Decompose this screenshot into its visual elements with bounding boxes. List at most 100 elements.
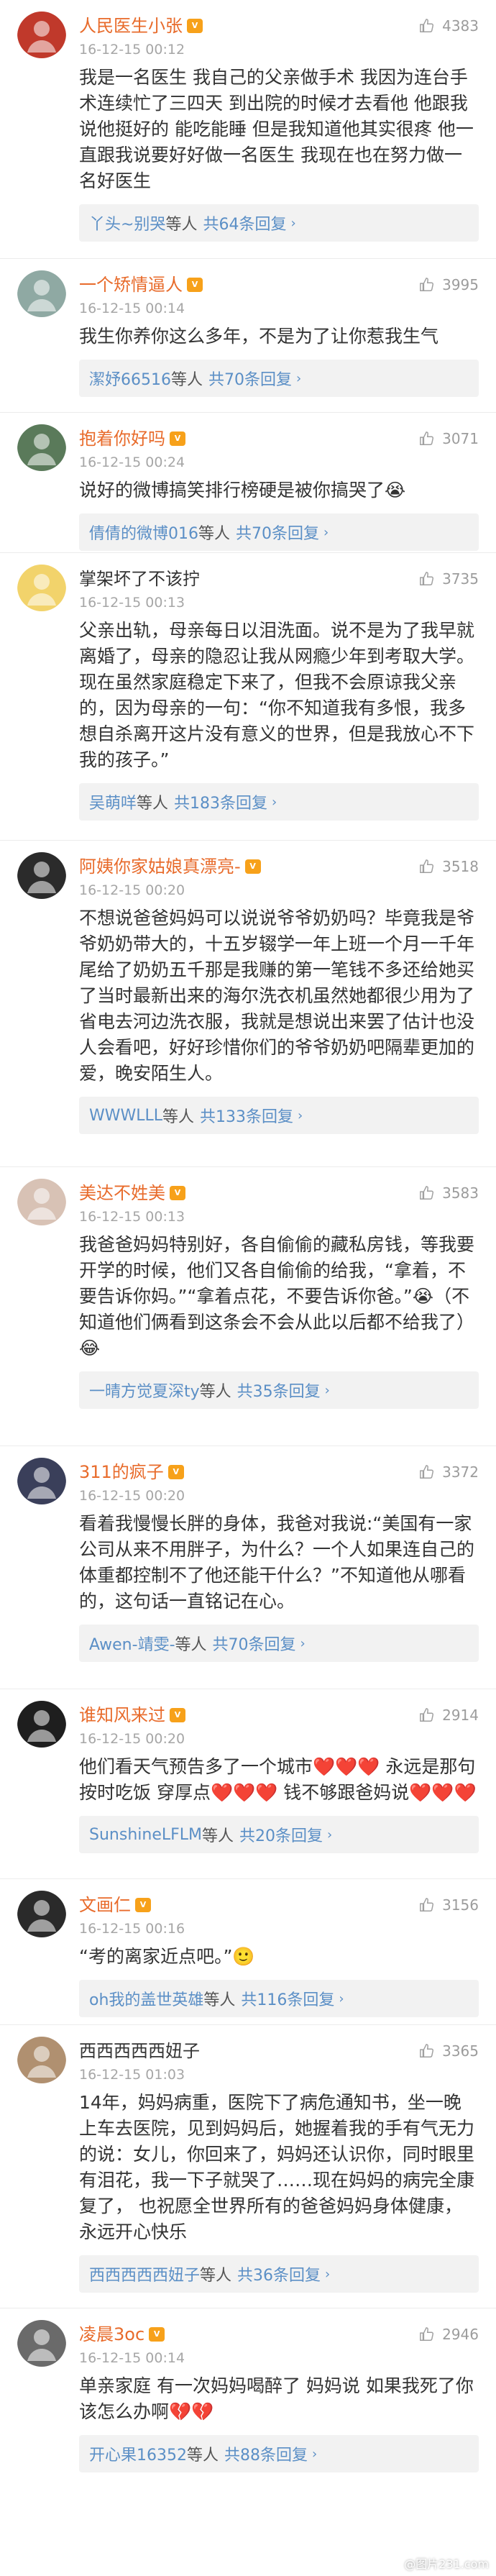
like-button[interactable]: 4383 xyxy=(419,17,479,35)
reply-summary[interactable]: 潔妤66516 等人 共70条回复 › xyxy=(79,360,479,397)
username-text[interactable]: 美达不姓美 xyxy=(79,1182,165,1205)
reply-count[interactable]: 共116条回复 xyxy=(241,1987,334,2010)
reply-summary[interactable]: oh我的盖世英雄 等人 共116条回复 › xyxy=(79,1980,479,2017)
comment-item: 凌晨3oc V 16-12-15 00:14 2946 单亲家庭 有一次妈妈喝醉了 妈妈… xyxy=(0,2308,496,2526)
username-text[interactable]: 一个矫情逼人 xyxy=(79,273,183,296)
like-count: 2914 xyxy=(442,1707,479,1724)
reply-username[interactable]: 丫头~别哭 xyxy=(89,211,165,234)
watermark: @图片231.com xyxy=(404,2557,489,2571)
reply-username[interactable]: Awen-靖雯- xyxy=(89,1632,175,1655)
thumbs-up-icon xyxy=(420,1465,434,1479)
avatar[interactable] xyxy=(17,270,66,319)
comment-item: 文画仁 V 16-12-15 00:16 3156 “考的离家近点吧。”🙂 oh我的盖世英… xyxy=(0,1879,496,2025)
chevron-right-icon: › xyxy=(323,524,329,540)
comment-item: 谁知风来过 V 16-12-15 00:20 2914 他们看天气预告多了一个城市❤️❤… xyxy=(0,1689,496,1879)
avatar[interactable] xyxy=(17,2037,66,2086)
comment-text: 单亲家庭 有一次妈妈喝醉了 妈妈说 如果我死了你该怎么办啊💔💔 xyxy=(79,2375,474,2422)
reply-summary[interactable]: 倩倩的微博016 等人 共70条回复 › xyxy=(79,513,479,551)
like-button[interactable]: 3995 xyxy=(419,276,479,293)
reply-count[interactable]: 共70条回复 xyxy=(213,1632,296,1655)
reply-summary[interactable]: 开心果16352 等人 共88条回复 › xyxy=(79,2435,479,2472)
chevron-right-icon: › xyxy=(300,1635,306,1651)
reply-username[interactable]: 潔妤66516 xyxy=(89,367,171,390)
like-button[interactable]: 3372 xyxy=(419,1463,479,1481)
person-avatar-icon xyxy=(17,424,66,473)
username-text[interactable]: 抱着你好吗 xyxy=(79,427,165,450)
comment-item: 一个矫情逼人 V 16-12-15 00:14 3995 我生你养你这么多年，不是为了让… xyxy=(0,259,496,413)
username-text[interactable]: 阿姨你家姑娘真漂亮- xyxy=(79,855,241,878)
reply-count[interactable]: 共36条回复 xyxy=(237,2262,321,2285)
reply-count[interactable]: 共64条回复 xyxy=(203,211,286,234)
reply-count[interactable]: 共20条回复 xyxy=(239,1823,323,1846)
reply-count[interactable]: 共183条回复 xyxy=(174,790,267,813)
avatar[interactable] xyxy=(17,12,66,60)
reply-username[interactable]: 倩倩的微博016 xyxy=(89,521,198,544)
username-text[interactable]: 311的疯子 xyxy=(79,1461,164,1484)
avatar[interactable] xyxy=(17,852,66,901)
person-avatar-icon xyxy=(17,270,66,319)
reply-count[interactable]: 共70条回复 xyxy=(236,521,319,544)
reply-username[interactable]: 西西西西西妞子 xyxy=(89,2262,200,2285)
reply-count[interactable]: 共133条回复 xyxy=(200,1104,293,1127)
reply-username[interactable]: oh我的盖世英雄 xyxy=(89,1987,203,2010)
vip-badge-icon: V xyxy=(244,859,261,874)
like-button[interactable]: 3735 xyxy=(419,570,479,588)
avatar[interactable] xyxy=(17,565,66,613)
comment-text: 他们看天气预告多了一个城市❤️❤️❤️ 永远是那句按时吃饭 穿厚点❤️❤️❤️ … xyxy=(79,1756,477,1803)
comment-time: 16-12-15 00:14 xyxy=(79,301,185,316)
reply-connector: 等人 xyxy=(203,1991,236,2009)
comment-header: 一个矫情逼人 V 16-12-15 00:14 xyxy=(17,270,479,324)
person-avatar-icon xyxy=(17,2037,66,2086)
reply-summary[interactable]: SunshineLFLM 等人 共20条回复 › xyxy=(79,1816,479,1853)
like-button[interactable]: 3518 xyxy=(419,858,479,875)
like-button[interactable]: 3156 xyxy=(419,1896,479,1914)
thumbs-up-icon xyxy=(420,278,434,291)
like-button[interactable]: 3365 xyxy=(419,2042,479,2060)
reply-connector: 等人 xyxy=(165,216,198,234)
reply-summary[interactable]: 一晴方觉夏深ty 等人 共35条回复 › xyxy=(79,1371,479,1409)
username-text[interactable]: 西西西西西妞子 xyxy=(79,2040,200,2063)
username-text[interactable]: 谁知风来过 xyxy=(79,1704,165,1727)
reply-summary[interactable]: 吴萌咩 等人 共183条回复 › xyxy=(79,783,479,821)
reply-username[interactable]: WWWLLL xyxy=(89,1107,162,1125)
username-text[interactable]: 掌架坏了不该拧 xyxy=(79,567,200,590)
like-button[interactable]: 2914 xyxy=(419,1707,479,1724)
comment-header: 人民医生小张 V 16-12-15 00:12 xyxy=(17,12,479,65)
avatar[interactable] xyxy=(17,1891,66,1940)
reply-username[interactable]: SunshineLFLM xyxy=(89,1826,202,1844)
doctor-avatar-icon xyxy=(17,12,66,60)
avatar[interactable] xyxy=(17,1179,66,1228)
reply-username[interactable]: 吴萌咩 xyxy=(89,790,137,813)
reply-connector: 等人 xyxy=(200,2267,232,2285)
like-count: 3995 xyxy=(442,276,479,293)
avatar[interactable] xyxy=(17,1701,66,1750)
reply-username[interactable]: 一晴方觉夏深ty xyxy=(89,1379,200,1402)
comment-time: 16-12-15 00:20 xyxy=(79,1488,185,1504)
reply-count[interactable]: 共88条回复 xyxy=(224,2442,308,2465)
comment-item: 311的疯子 V 16-12-15 00:20 3372 看着我慢慢长胖的身体，我爸对我… xyxy=(0,1446,496,1689)
reply-summary[interactable]: 西西西西西妞子 等人 共36条回复 › xyxy=(79,2255,479,2293)
reply-summary[interactable]: Awen-靖雯- 等人 共70条回复 › xyxy=(79,1625,479,1662)
reply-username[interactable]: 开心果16352 xyxy=(89,2442,187,2465)
username-text[interactable]: 凌晨3oc xyxy=(79,2323,144,2346)
comment-text: 14年，妈妈病重，医院下了病危通知书，坐一晚上车去医院，见到妈妈后，她握着我的手… xyxy=(79,2092,475,2242)
like-button[interactable]: 3583 xyxy=(419,1184,479,1202)
comment-time: 16-12-15 01:03 xyxy=(79,2067,185,2083)
comment-header: 谁知风来过 V 16-12-15 00:20 xyxy=(17,1701,479,1754)
username-text[interactable]: 人民医生小张 xyxy=(79,14,183,37)
reply-count[interactable]: 共70条回复 xyxy=(208,367,292,390)
like-button[interactable]: 3071 xyxy=(419,430,479,447)
reply-summary[interactable]: 丫头~别哭 等人 共64条回复 › xyxy=(79,204,479,242)
username-text[interactable]: 文画仁 xyxy=(79,1894,131,1917)
avatar[interactable] xyxy=(17,424,66,473)
avatar[interactable] xyxy=(17,2320,66,2369)
avatar[interactable] xyxy=(17,1458,66,1507)
comment-item: 抱着你好吗 V 16-12-15 00:24 3071 说好的微博搞笑排行榜硬是被你搞哭… xyxy=(0,413,496,553)
comment-text: 我爸爸妈妈特别好，各自偷偷的藏私房钱，等我要开学的时候，他们又各自偷偷的给我，“… xyxy=(79,1234,475,1358)
like-button[interactable]: 2946 xyxy=(419,2326,479,2343)
panda-avatar-icon xyxy=(17,852,66,901)
reply-count[interactable]: 共35条回复 xyxy=(237,1379,321,1402)
reply-summary[interactable]: WWWLLL 等人 共133条回复 › xyxy=(79,1097,479,1134)
like-count: 4383 xyxy=(442,17,479,35)
comment-text: 父亲出轨，母亲每日以泪洗面。说不是为了我早就离婚了，母亲的隐忍让我从网瘾少年到考… xyxy=(79,620,475,770)
